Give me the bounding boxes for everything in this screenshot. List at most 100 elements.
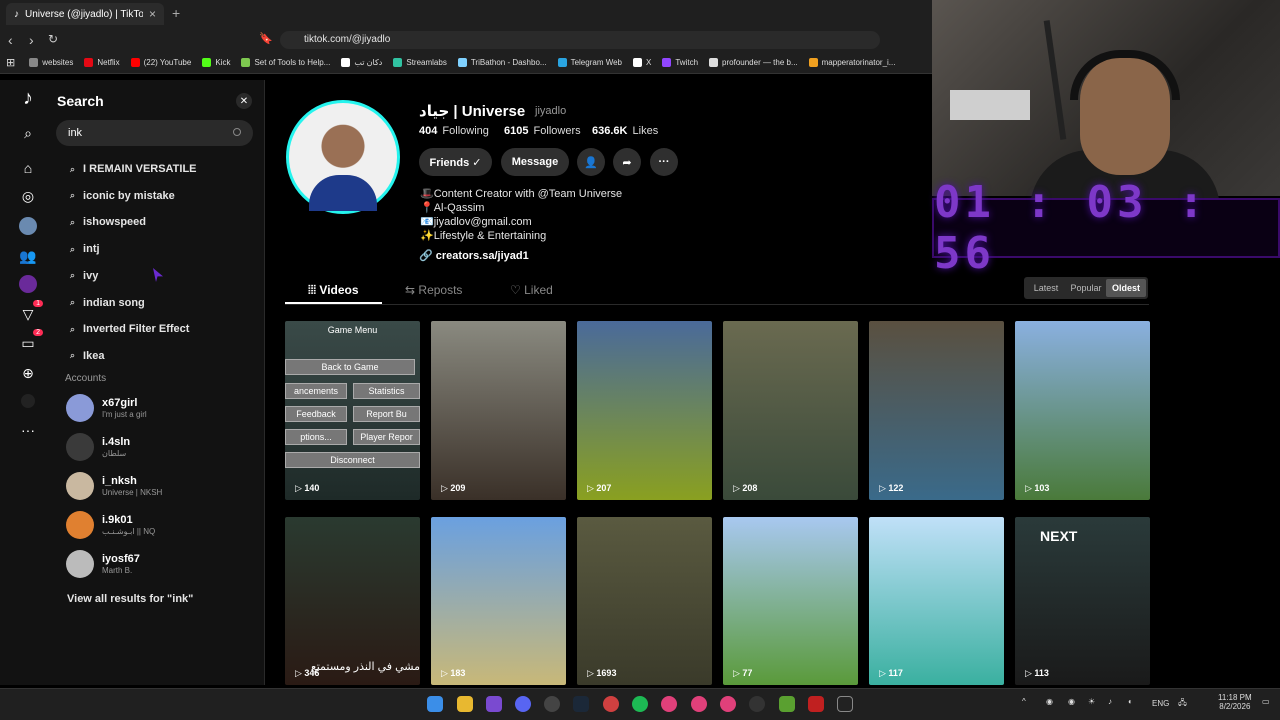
bookmark-item[interactable]: (22) YouTube (130, 58, 191, 67)
view-count: ▷ 113 (1025, 668, 1049, 679)
back-icon[interactable]: ‹ (8, 32, 13, 48)
video-thumbnail[interactable]: ▷ 1693 (577, 517, 712, 685)
bookmark-item[interactable]: Streamlabs (393, 58, 447, 67)
tray-overflow-icon[interactable]: ^ (1022, 697, 1026, 706)
apps-grid-icon[interactable]: ⊞ (6, 56, 15, 69)
tab-liked[interactable]: ♡ Liked (510, 283, 553, 297)
new-tab-button[interactable]: + (172, 5, 180, 21)
bookmark-icon[interactable]: 🔖 (259, 32, 273, 45)
app-icon[interactable] (749, 696, 765, 712)
video-thumbnail[interactable]: ▷ 113 (1015, 517, 1150, 685)
search-suggestion[interactable]: ⌕ ishowspeed (70, 216, 146, 228)
video-thumbnail[interactable]: ▷ 77 (723, 517, 858, 685)
search-suggestion[interactable]: ⌕ indian song (70, 297, 145, 309)
more-icon[interactable]: ··· (18, 420, 38, 440)
bookmark-item[interactable]: websites (29, 58, 73, 67)
bookmark-item[interactable]: Kick (202, 58, 230, 67)
browser-tab[interactable]: ♪ Universe (@jiyadlo) | TikTok | جياد × (6, 3, 164, 25)
reload-icon[interactable]: ↻ (48, 32, 58, 46)
app-icon[interactable] (603, 696, 619, 712)
search-suggestion[interactable]: ⌕ Inverted Filter Effect (70, 323, 189, 335)
explore-icon[interactable]: ◎ (18, 186, 38, 206)
live-icon[interactable] (18, 274, 38, 294)
share-icon[interactable]: ➦ (613, 148, 641, 176)
home-icon[interactable]: ⌂ (18, 158, 38, 178)
video-thumbnail[interactable]: ▷ 183 (431, 517, 566, 685)
friends-button[interactable]: Friends ✓ (419, 148, 492, 176)
tray-app-icon[interactable]: ◉ (1068, 697, 1075, 706)
discord-icon[interactable] (515, 696, 531, 712)
account-result[interactable]: i.4sln سلطان (66, 433, 130, 461)
spotify-icon[interactable] (632, 696, 648, 712)
bio-link[interactable]: 🔗 creators.sa/jiyad1 (419, 249, 529, 262)
tray-app-icon[interactable]: ◉ (1046, 697, 1053, 706)
bookmark-item[interactable]: Twitch (662, 58, 698, 67)
network-icon[interactable]: 🖧 (1178, 697, 1187, 711)
forward-icon[interactable]: › (29, 32, 34, 48)
sort-oldest-button[interactable]: Oldest (1106, 279, 1146, 297)
obs-icon[interactable] (544, 696, 560, 712)
search-suggestion[interactable]: ⌕ Ikea (70, 350, 104, 362)
language-indicator[interactable]: ENG (1152, 699, 1169, 708)
clock[interactable]: 11:18 PM 8/2/2026 (1218, 693, 1252, 711)
followers-stat[interactable]: 6105 Followers (504, 125, 581, 137)
video-thumbnail[interactable]: ▷ 117 (869, 517, 1004, 685)
notifications-icon[interactable]: ▭ (1262, 697, 1270, 706)
search-input[interactable] (56, 120, 253, 146)
bookmark-item[interactable]: Telegram Web (557, 58, 622, 67)
brightness-icon[interactable]: ☀ (1088, 697, 1095, 706)
browser-taskbar-icon[interactable] (486, 696, 502, 712)
bookmark-item[interactable]: Netflix (84, 58, 120, 67)
tab-reposts[interactable]: ⇆ Reposts (405, 283, 462, 297)
add-friend-icon[interactable]: 👤 (577, 148, 605, 176)
tiktok-logo-icon[interactable]: ♪ (18, 87, 38, 109)
account-result[interactable]: i.9k01 ابـوشـنـب || NQ (66, 511, 155, 539)
file-explorer-icon[interactable] (457, 696, 473, 712)
url-field[interactable]: tiktok.com/@jiyadlo (280, 31, 880, 49)
steam-icon[interactable] (573, 696, 589, 712)
account-result[interactable]: x67girl I'm just a girl (66, 394, 147, 422)
view-all-results-link[interactable]: View all results for "ink" (67, 593, 193, 605)
minecraft-icon[interactable] (779, 696, 795, 712)
video-thumbnail[interactable]: ▷ 103 (1015, 321, 1150, 500)
video-thumbnail[interactable]: ▷ 208 (723, 321, 858, 500)
account-result[interactable]: i_nksh Universe | NKSH (66, 472, 162, 500)
mic-icon[interactable]: ◐ (1128, 697, 1133, 706)
following-avatar-icon[interactable] (18, 216, 38, 236)
upload-icon[interactable]: ⊕ (18, 363, 38, 383)
more-options-icon[interactable]: ··· (650, 148, 678, 176)
bookmark-item[interactable]: X (633, 58, 651, 67)
search-suggestion[interactable]: ⌕ iconic by mistake (70, 190, 175, 202)
sort-latest-button[interactable]: Latest (1026, 279, 1066, 297)
app-icon[interactable] (808, 696, 824, 712)
terminal-icon[interactable] (837, 696, 853, 712)
message-button[interactable]: Message (501, 148, 569, 176)
search-suggestion[interactable]: ⌕ intj (70, 243, 100, 255)
bookmark-item[interactable]: mapperatorinator_i... (808, 58, 895, 67)
friends-icon[interactable]: 👥 (18, 246, 38, 266)
video-thumbnail[interactable]: ▷ 209 (431, 321, 566, 500)
activity-icon[interactable]: ▽ 1 (18, 300, 43, 324)
video-thumbnail[interactable]: ▷ 207 (577, 321, 712, 500)
tab-videos[interactable]: ⦙⦙⦙ Videos (308, 283, 359, 298)
start-icon[interactable] (427, 696, 443, 712)
account-result[interactable]: iyosf67 Marth B. (66, 550, 140, 578)
app-icon[interactable] (661, 696, 677, 712)
app-icon[interactable] (691, 696, 707, 712)
close-search-icon[interactable]: ✕ (236, 93, 252, 109)
search-suggestion[interactable]: ⌕ ivy (70, 270, 98, 282)
volume-icon[interactable]: ♪ (1108, 697, 1112, 706)
bookmark-item[interactable]: Set of Tools to Help... (241, 58, 330, 67)
bookmark-item[interactable]: profounder — the b... (709, 58, 798, 67)
bookmark-item[interactable]: دكان تب (341, 58, 382, 67)
profile-icon[interactable] (18, 391, 38, 411)
following-stat[interactable]: 404 Following (419, 125, 489, 137)
app-icon[interactable] (720, 696, 736, 712)
messages-icon[interactable]: ▭ 2 (18, 329, 43, 353)
search-suggestion[interactable]: ⌕ I REMAIN VERSATILE (70, 163, 197, 175)
search-icon[interactable]: ⌕ (18, 123, 38, 143)
close-tab-icon[interactable]: × (149, 7, 156, 21)
video-thumbnail[interactable]: ▷ 122 (869, 321, 1004, 500)
bookmark-item[interactable]: TriBathon - Dashbo... (457, 58, 547, 67)
sort-popular-button[interactable]: Popular (1066, 279, 1106, 297)
